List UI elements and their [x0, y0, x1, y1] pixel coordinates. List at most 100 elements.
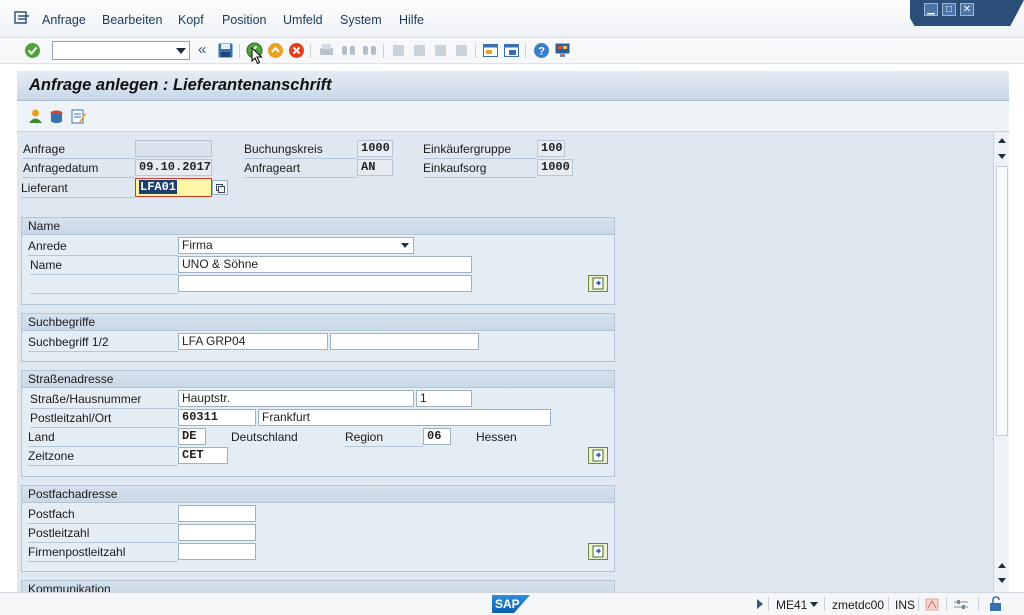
maximize-icon[interactable]: □ — [942, 3, 956, 16]
anrede-value: Firma — [182, 238, 213, 252]
label-underline — [28, 542, 178, 543]
partner-icon[interactable] — [27, 108, 44, 125]
save-icon[interactable] — [217, 42, 234, 59]
last-page-icon[interactable] — [453, 42, 470, 59]
menu-kopf[interactable]: Kopf — [178, 13, 204, 27]
label-underline — [30, 274, 178, 275]
status-separator — [888, 597, 889, 611]
enter-checkmark-icon[interactable] — [24, 42, 41, 59]
customize-layout-icon[interactable] — [554, 42, 571, 59]
new-session-icon[interactable] — [482, 42, 499, 59]
name2-field[interactable] — [178, 275, 472, 292]
status-separator — [768, 597, 769, 611]
print-icon[interactable] — [318, 42, 335, 59]
label-underline — [28, 446, 178, 447]
svg-text:?: ? — [538, 46, 545, 58]
label-underline — [345, 446, 423, 447]
chevron-down-icon[interactable] — [401, 243, 409, 248]
close-icon[interactable]: ✕ — [960, 3, 974, 16]
menu-position[interactable]: Position — [222, 13, 266, 27]
label-underline — [30, 427, 178, 428]
scroll-up-icon[interactable] — [998, 138, 1006, 143]
copy-icon[interactable] — [212, 180, 228, 195]
application-toolbar — [17, 101, 1009, 132]
region-field[interactable]: 06 — [423, 428, 451, 445]
more-address-fields-button[interactable] — [588, 447, 608, 464]
scroll-thumb[interactable] — [996, 166, 1008, 436]
chevron-down-icon[interactable] — [176, 48, 186, 54]
firmenpostleitzahl-field[interactable] — [178, 543, 256, 560]
chevron-down-icon[interactable] — [810, 602, 818, 607]
menu-anfrage[interactable]: Anfrage — [42, 13, 86, 27]
plz-field[interactable]: 60311 — [178, 409, 256, 426]
edit-text-icon[interactable] — [70, 108, 87, 125]
street-field[interactable]: Hauptstr. — [178, 390, 414, 407]
land-field[interactable]: DE — [178, 428, 206, 445]
land-label: Land — [28, 430, 55, 444]
house-number-field[interactable]: 1 — [416, 390, 472, 407]
zeitzone-field[interactable]: CET — [178, 447, 228, 464]
first-page-icon[interactable] — [390, 42, 407, 59]
more-fields-button[interactable] — [588, 275, 608, 292]
help-icon[interactable]: ? — [533, 42, 550, 59]
unlock-icon[interactable] — [988, 596, 1003, 612]
vendor-icon[interactable] — [48, 108, 65, 125]
search-terms-group: Suchbegriffe Suchbegriff 1/2 LFA GRP04 — [21, 313, 615, 362]
buchungskreis-label: Buchungskreis — [244, 142, 323, 156]
name-field[interactable]: UNO & Söhne — [178, 256, 472, 273]
firmenpostleitzahl-label: Firmenpostleitzahl — [28, 545, 126, 559]
suchbegriff2-field[interactable] — [330, 333, 479, 350]
anfragedatum-label: Anfragedatum — [23, 161, 99, 175]
einkaeufergruppe-field: 100 — [537, 140, 565, 157]
sap-logo: SAP — [492, 595, 530, 613]
expand-icon — [592, 277, 604, 290]
anrede-dropdown[interactable]: Firma — [178, 237, 414, 254]
title-bar: Anfrage anlegen : Lieferantenanschrift — [17, 71, 1009, 101]
toolbar-separator — [239, 44, 240, 58]
lieferant-field[interactable]: LFA01 — [135, 178, 212, 197]
status-expand-icon[interactable] — [757, 599, 763, 609]
name-label: Name — [30, 258, 63, 272]
collapse-icon[interactable]: « — [198, 41, 206, 58]
menu-bearbeiten[interactable]: Bearbeiten — [102, 13, 162, 27]
plz-ort-label: Postleitzahl/Ort — [30, 411, 112, 425]
land-text: Deutschland — [231, 430, 298, 444]
next-page-icon[interactable] — [432, 42, 449, 59]
find-icon[interactable] — [340, 42, 357, 59]
command-field[interactable] — [52, 41, 190, 60]
exit-icon[interactable] — [267, 42, 284, 59]
postleitzahl-field[interactable] — [178, 524, 256, 541]
more-pobox-fields-button[interactable] — [588, 543, 608, 560]
menu-icon[interactable] — [14, 11, 30, 25]
suchbegriff1-field[interactable]: LFA GRP04 — [178, 333, 328, 350]
cancel-icon[interactable] — [288, 42, 305, 59]
mouse-cursor-icon — [251, 47, 263, 65]
vertical-scrollbar[interactable] — [993, 132, 1009, 592]
anfrage-label: Anfrage — [23, 142, 66, 156]
city-field[interactable]: Frankfurt — [258, 409, 551, 426]
label-underline — [30, 293, 178, 294]
postfach-field[interactable] — [178, 505, 256, 522]
minimize-icon[interactable]: ▁ — [924, 3, 938, 16]
scroll-down-page-icon[interactable] — [998, 154, 1006, 159]
menu-umfeld[interactable]: Umfeld — [283, 13, 323, 27]
scroll-down-icon[interactable] — [998, 578, 1006, 583]
buchungskreis-field: 1000 — [357, 140, 393, 157]
status-separator — [824, 597, 825, 611]
find-next-icon[interactable] — [361, 42, 378, 59]
menu-system[interactable]: System — [340, 13, 382, 27]
region-label: Region — [345, 430, 384, 444]
street-address-group: Straßenadresse Straße/Hausnummer Hauptst… — [21, 370, 615, 477]
menu-hilfe[interactable]: Hilfe — [399, 13, 424, 27]
region-text: Hessen — [476, 430, 517, 444]
input-mode[interactable]: INS — [895, 598, 915, 612]
label-underline — [21, 197, 135, 198]
previous-page-icon[interactable] — [411, 42, 428, 59]
scroll-up-page-icon[interactable] — [998, 563, 1006, 568]
settings-sliders-icon[interactable] — [953, 598, 969, 611]
shortcut-icon[interactable] — [503, 42, 520, 59]
suchbegriff-label: Suchbegriff 1/2 — [28, 335, 109, 349]
einkaufsorg-field: 1000 — [537, 159, 573, 176]
main-content: Anfrage Anfragedatum 09.10.2017 Lieferan… — [17, 132, 993, 592]
label-underline — [28, 255, 178, 256]
